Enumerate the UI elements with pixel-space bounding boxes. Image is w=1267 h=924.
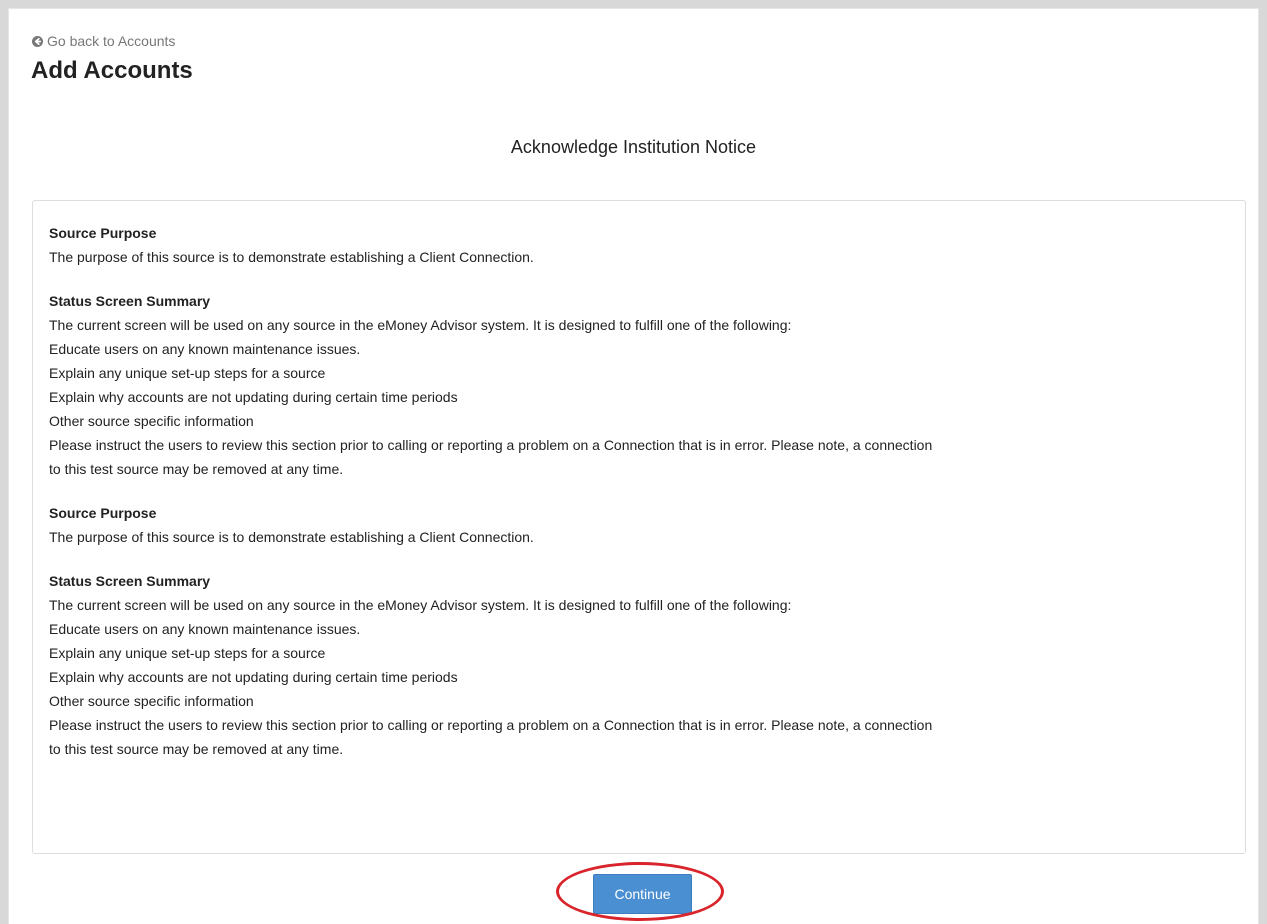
section-line: Explain any unique set-up steps for a so…: [49, 645, 326, 661]
section-line: The purpose of this source is to demonst…: [49, 249, 534, 265]
section-line: Educate users on any known maintenance i…: [49, 621, 361, 637]
section-line: to this test source may be removed at an…: [49, 741, 344, 757]
section-line: Educate users on any known maintenance i…: [49, 341, 361, 357]
section-line: Other source specific information: [49, 413, 254, 429]
section-line: Other source specific information: [49, 693, 254, 709]
notice-panel: Source Purpose The purpose of this sourc…: [32, 200, 1246, 854]
back-link-label: Go back to Accounts: [47, 33, 176, 49]
notice-heading: Acknowledge Institution Notice: [510, 137, 757, 157]
section-line: Please instruct the users to review this…: [49, 437, 933, 453]
circle-arrow-left-icon: [32, 35, 43, 47]
notice-section: Source Purpose The purpose of this sourc…: [49, 221, 1229, 269]
back-to-accounts-link[interactable]: Go back to Accounts: [32, 33, 175, 49]
section-line: Explain why accounts are not updating du…: [49, 389, 458, 405]
section-line: Explain why accounts are not updating du…: [49, 669, 458, 685]
section-title: Source Purpose: [49, 225, 157, 241]
section-line: The current screen will be used on any s…: [49, 597, 792, 613]
notice-section: Status Screen Summary The current screen…: [49, 289, 1229, 481]
continue-button[interactable]: Continue: [593, 874, 692, 914]
notice-section: Status Screen Summary The current screen…: [49, 569, 1229, 761]
page-title: Add Accounts: [31, 57, 193, 84]
section-title: Status Screen Summary: [49, 293, 211, 309]
section-line: Please instruct the users to review this…: [49, 717, 933, 733]
section-title: Status Screen Summary: [49, 573, 211, 589]
section-line: The purpose of this source is to demonst…: [49, 529, 534, 545]
section-line: The current screen will be used on any s…: [49, 317, 792, 333]
page-container: Go back to Accounts Add Accounts Acknowl…: [8, 8, 1259, 924]
section-line: Explain any unique set-up steps for a so…: [49, 365, 326, 381]
section-line: to this test source may be removed at an…: [49, 461, 344, 477]
notice-section: Source Purpose The purpose of this sourc…: [49, 501, 1229, 549]
section-title: Source Purpose: [49, 505, 157, 521]
